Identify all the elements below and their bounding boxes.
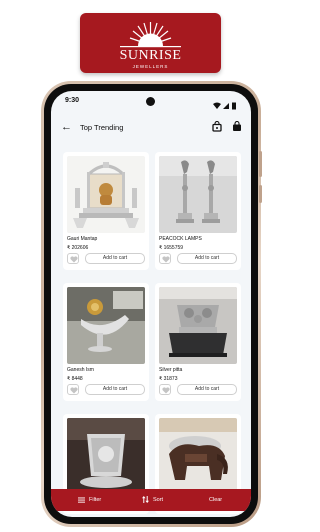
sort-icon bbox=[142, 496, 149, 504]
heart-icon bbox=[162, 256, 170, 263]
product-image[interactable] bbox=[159, 156, 237, 233]
filter-label: Filter bbox=[89, 497, 102, 503]
phone-bezel: 9:30 ← Top Trending Gauri Mantap ₹ 20260… bbox=[44, 84, 258, 524]
arrow-left-icon[interactable]: ← bbox=[61, 121, 72, 133]
product-name: PEACOCK LAMPS bbox=[159, 236, 202, 242]
signal-icon bbox=[223, 103, 229, 109]
status-time: 9:30 bbox=[65, 97, 80, 104]
brand-logo: SUNRISE JEWELLERS bbox=[80, 13, 221, 73]
power-button bbox=[259, 185, 262, 203]
product-image[interactable] bbox=[67, 418, 145, 495]
wishlist-button[interactable] bbox=[67, 384, 79, 395]
brand-tagline: JEWELLERS bbox=[132, 64, 169, 69]
add-to-cart-button[interactable]: Add to cart bbox=[85, 253, 145, 264]
product-image[interactable] bbox=[67, 287, 145, 364]
shopping-bag-icon[interactable] bbox=[212, 121, 222, 132]
product-card[interactable]: Ganesh Ism ₹ 8448 Add to cart bbox=[63, 283, 149, 401]
brand-name: SUNRISE bbox=[119, 48, 182, 63]
filter-button[interactable]: Filter bbox=[78, 489, 101, 511]
filter-sort-bar: Filter Sort Clear bbox=[51, 489, 251, 511]
front-camera bbox=[146, 97, 155, 106]
clear-label: Clear bbox=[209, 497, 223, 503]
volume-button bbox=[259, 151, 262, 177]
sort-label: Sort bbox=[153, 497, 164, 503]
product-image[interactable] bbox=[67, 156, 145, 233]
product-image[interactable] bbox=[159, 287, 237, 364]
product-price: ₹ 1655759 bbox=[159, 245, 184, 251]
product-price: ₹ 202606 bbox=[67, 245, 89, 251]
add-to-cart-button[interactable]: Add to cart bbox=[85, 384, 145, 395]
phone-screen: 9:30 ← Top Trending Gauri Mantap ₹ 20260… bbox=[51, 91, 251, 517]
product-name: Gauri Mantap bbox=[67, 236, 98, 242]
sort-button[interactable]: Sort bbox=[142, 489, 163, 511]
wishlist-button[interactable] bbox=[159, 384, 171, 395]
filter-icon bbox=[78, 497, 85, 503]
product-price: ₹ 8448 bbox=[67, 376, 83, 382]
add-to-cart-button[interactable]: Add to cart bbox=[177, 253, 237, 264]
heart-icon bbox=[70, 256, 78, 263]
product-card[interactable]: Gauri Mantap ₹ 202606 Add to cart bbox=[63, 152, 149, 270]
wishlist-button[interactable] bbox=[67, 253, 79, 264]
app-bar: ← Top Trending bbox=[51, 115, 251, 141]
product-price: ₹ 31873 bbox=[159, 376, 178, 382]
phone-frame: 9:30 ← Top Trending Gauri Mantap ₹ 20260… bbox=[41, 81, 262, 527]
product-name: Silver pitta bbox=[159, 367, 183, 373]
product-name: Ganesh Ism bbox=[67, 367, 94, 373]
battery-icon bbox=[232, 102, 236, 110]
product-image[interactable] bbox=[159, 418, 237, 495]
wishlist-button[interactable] bbox=[159, 253, 171, 264]
status-bar: 9:30 bbox=[51, 91, 251, 113]
page-title: Top Trending bbox=[80, 123, 124, 132]
heart-icon bbox=[70, 387, 78, 394]
status-icons bbox=[213, 97, 239, 115]
clear-button[interactable]: Clear bbox=[209, 489, 222, 511]
heart-icon bbox=[162, 387, 170, 394]
cart-bag-icon[interactable] bbox=[232, 121, 242, 132]
product-card[interactable]: PEACOCK LAMPS ₹ 1655759 Add to cart bbox=[155, 152, 241, 270]
wifi-icon bbox=[213, 102, 221, 109]
add-to-cart-button[interactable]: Add to cart bbox=[177, 384, 237, 395]
product-card[interactable]: Silver pitta ₹ 31873 Add to cart bbox=[155, 283, 241, 401]
